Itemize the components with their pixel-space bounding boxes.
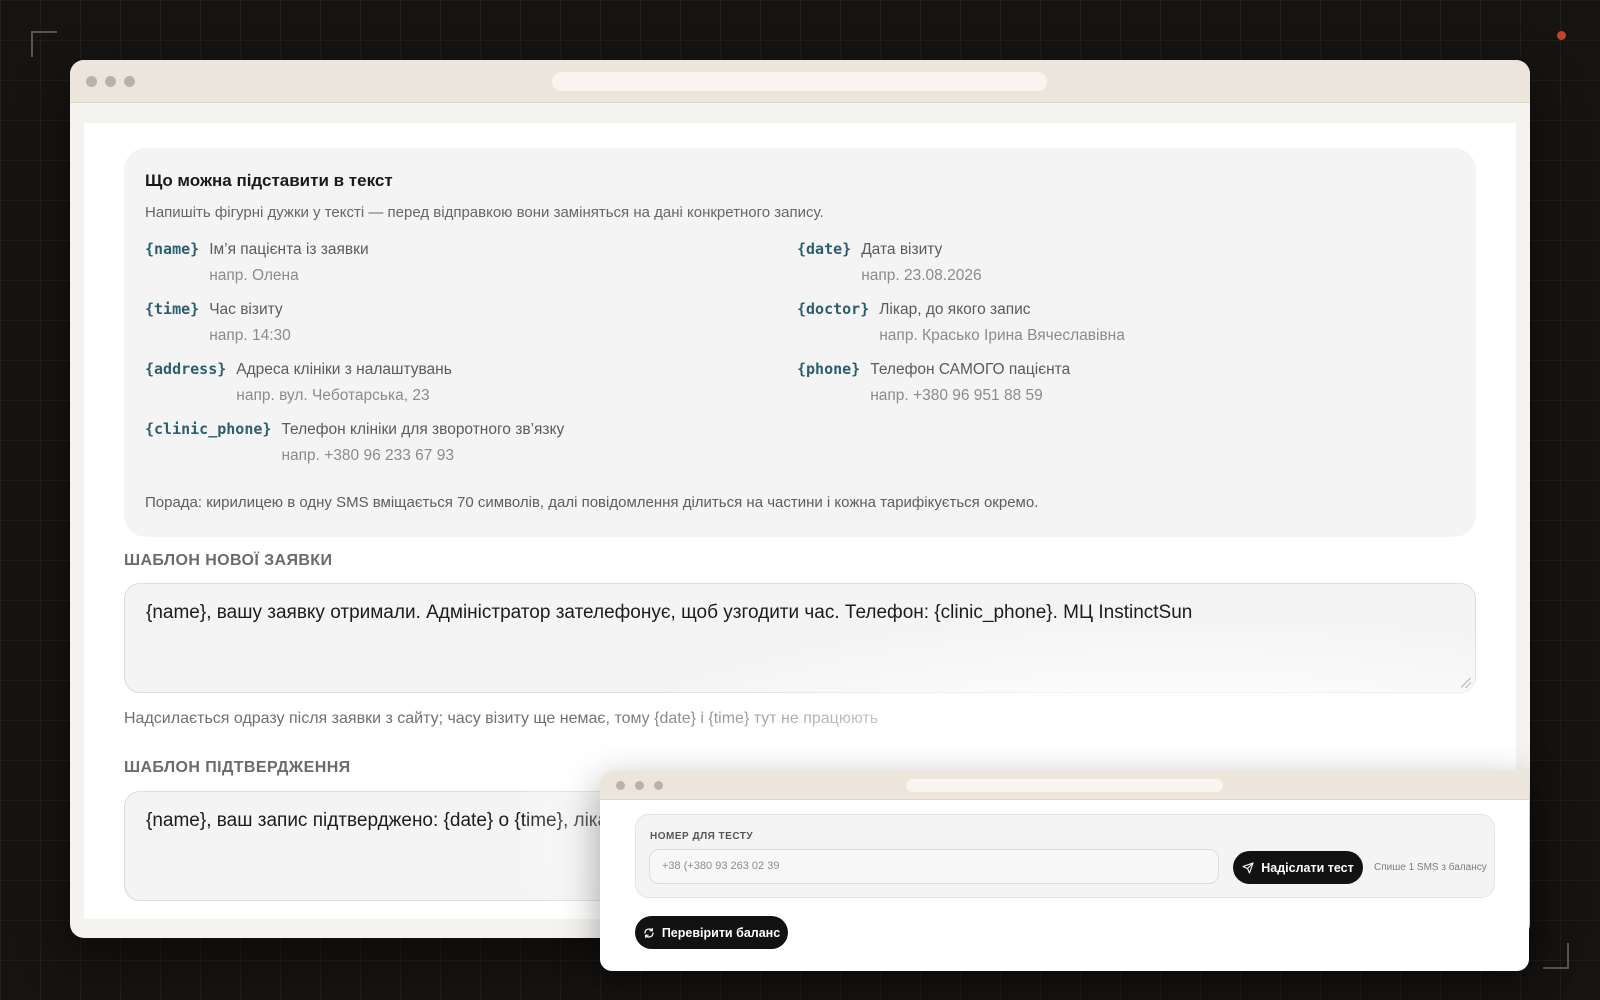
test-window-controls — [616, 781, 663, 790]
recording-dot — [1557, 31, 1566, 40]
test-number-input[interactable]: +38 (+380 93 263 02 39 — [649, 849, 1219, 884]
test-window-titlebar — [600, 771, 1529, 800]
info-card-description: Напишіть фігурні дужки у тексті — перед … — [145, 204, 824, 221]
confirmation-template-label: ШАБЛОН ПІДТВЕРДЖЕННЯ — [124, 759, 351, 776]
variable-description: Ім’я пацієнта із заявки — [209, 241, 369, 258]
send-test-label: Надіслати тест — [1261, 860, 1354, 875]
window-titlebar — [70, 60, 1530, 103]
variable-description: Адреса клініки з налаштувань — [236, 361, 452, 378]
refresh-icon — [643, 927, 655, 939]
variable-clinic-phone: {clinic_phone} Телефон клініки для зворо… — [145, 419, 564, 467]
new-request-template-hint: Надсилається одразу після заявки з сайту… — [124, 710, 879, 727]
new-request-template-textarea[interactable]: {name}, вашу заявку отримали. Адміністра… — [124, 583, 1476, 693]
send-test-button[interactable]: Надіслати тест — [1233, 851, 1363, 884]
variable-code: {phone} — [797, 360, 861, 378]
confirmation-template-value: {name}, ваш запис підтверджено: {date} о… — [146, 810, 619, 831]
close-window-dot[interactable] — [616, 781, 625, 790]
close-window-dot[interactable] — [86, 76, 97, 87]
variable-description: Дата візиту — [861, 241, 943, 258]
new-request-template-value: {name}, вашу заявку отримали. Адміністра… — [146, 602, 1193, 623]
minimize-window-dot[interactable] — [635, 781, 644, 790]
maximize-window-dot[interactable] — [654, 781, 663, 790]
variable-name: {name} Ім’я пацієнта із заявки напр. Оле… — [145, 239, 369, 287]
variable-address: {address} Адреса клініки з налаштувань н… — [145, 359, 452, 407]
new-request-template-label: ШАБЛОН НОВОЇ ЗАЯВКИ — [124, 552, 333, 569]
variable-date: {date} Дата візиту напр. 23.08.2026 — [797, 239, 982, 287]
test-sms-window: НОМЕР ДЛЯ ТЕСТУ +38 (+380 93 263 02 39 Н… — [600, 771, 1529, 971]
textarea-resize-handle[interactable] — [1461, 678, 1471, 688]
variable-example: напр. +380 96 233 67 93 — [281, 447, 454, 464]
send-cost-note: Спише 1 SMS з балансу — [1374, 862, 1487, 873]
variable-code: {address} — [145, 360, 227, 378]
variable-example: напр. Красько Ірина Вячеславівна — [879, 327, 1125, 344]
sms-length-tip: Порада: кирилицею в одну SMS вміщається … — [145, 494, 1039, 511]
variable-description: Телефон САМОГО пацієнта — [870, 361, 1071, 378]
corner-mark-bottom-right — [1543, 943, 1569, 969]
variable-code: {clinic_phone} — [145, 420, 272, 438]
check-balance-label: Перевірити баланс — [661, 925, 781, 940]
check-balance-button[interactable]: Перевірити баланс — [635, 916, 788, 949]
test-number-card: НОМЕР ДЛЯ ТЕСТУ +38 (+380 93 263 02 39 Н… — [635, 814, 1495, 898]
window-controls — [86, 76, 135, 87]
variable-description: Лікар, до якого запис — [879, 301, 1031, 318]
variable-code: {time} — [145, 300, 200, 318]
variables-info-card: Що можна підставити в текст Напишіть фіг… — [124, 148, 1476, 537]
test-window-address-bar[interactable] — [906, 779, 1223, 792]
maximize-window-dot[interactable] — [124, 76, 135, 87]
variable-doctor: {doctor} Лікар, до якого запис напр. Кра… — [797, 299, 1125, 347]
variable-example: напр. Олена — [209, 267, 299, 284]
variable-phone: {phone} Телефон САМОГО пацієнта напр. +3… — [797, 359, 1070, 407]
info-card-title: Що можна підставити в текст — [145, 171, 393, 190]
variable-code: {doctor} — [797, 300, 870, 318]
paper-plane-icon — [1242, 861, 1254, 874]
variable-description: Телефон клініки для зворотного зв’язку — [281, 421, 565, 438]
variable-description: Час візиту — [209, 301, 283, 318]
variable-time: {time} Час візиту напр. 14:30 — [145, 299, 291, 347]
test-number-label: НОМЕР ДЛЯ ТЕСТУ — [650, 831, 754, 842]
variable-example: напр. 23.08.2026 — [861, 267, 982, 284]
variable-example: напр. +380 96 951 88 59 — [870, 387, 1043, 404]
address-bar[interactable] — [552, 72, 1047, 91]
minimize-window-dot[interactable] — [105, 76, 116, 87]
variable-code: {date} — [797, 240, 852, 258]
variable-example: напр. вул. Чеботарська, 23 — [236, 387, 430, 404]
variable-code: {name} — [145, 240, 200, 258]
variable-example: напр. 14:30 — [209, 327, 291, 344]
corner-mark-top-left — [31, 31, 57, 57]
